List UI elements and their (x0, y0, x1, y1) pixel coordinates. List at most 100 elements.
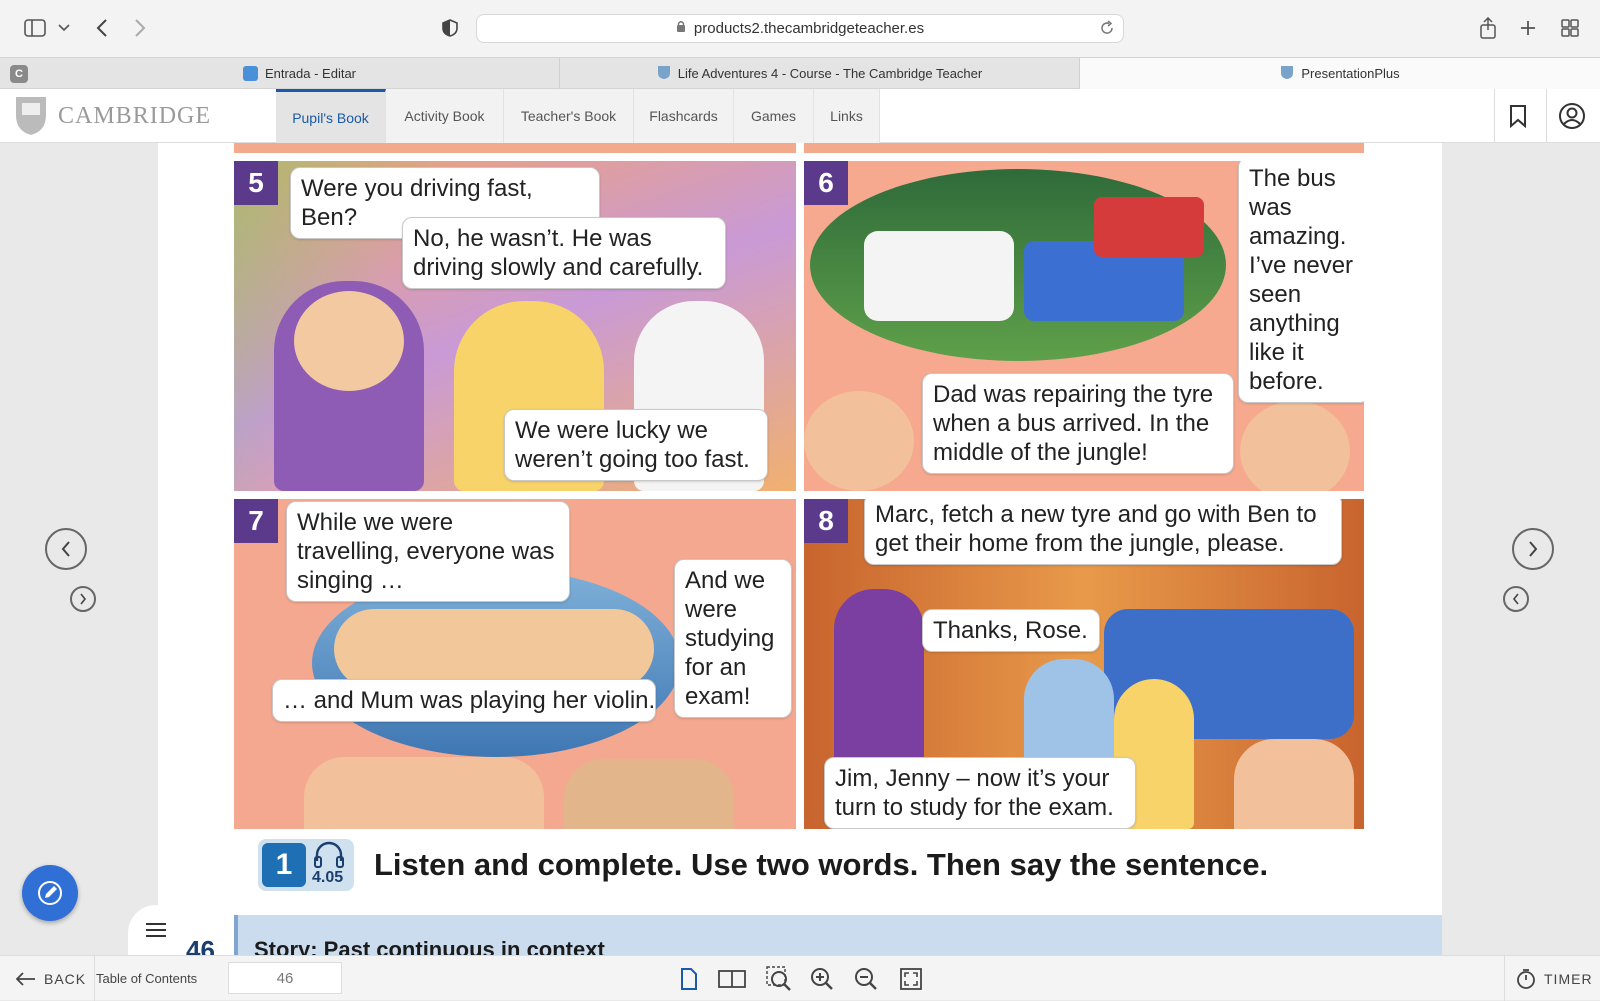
children-characters (304, 757, 544, 829)
stopwatch-icon (1517, 968, 1535, 989)
divider (1546, 89, 1547, 143)
tab-overview-icon[interactable] (1558, 14, 1582, 42)
nav-teachers-book[interactable]: Teacher's Book (504, 89, 634, 143)
comic-panel-5: 5 Were you driving fast, Ben? No, he was… (234, 161, 796, 491)
panel-number: 6 (804, 161, 848, 205)
nav-games[interactable]: Games (734, 89, 814, 143)
nav-flashcards[interactable]: Flashcards (634, 89, 734, 143)
bookmark-icon[interactable] (1508, 104, 1528, 133)
shield-icon[interactable] (438, 14, 462, 42)
timer-button[interactable]: TIMER (1516, 956, 1593, 1001)
cambridge-crest-icon (1280, 65, 1294, 83)
sidebar-icon[interactable] (20, 14, 50, 42)
url-text: products2.thecambridgeteacher.es (693, 20, 925, 37)
comic-panel-6: 6 The bus was amazing. I’ve never seen a… (804, 161, 1364, 491)
arrow-left-icon (16, 971, 35, 986)
chevron-right-icon (1529, 541, 1538, 557)
back-button[interactable]: BACK (16, 956, 86, 1001)
user-account-icon[interactable] (1558, 102, 1586, 135)
double-page-view-icon[interactable] (718, 956, 746, 1001)
speech-bubble: Dad was repairing the tyre when a bus ar… (922, 373, 1234, 474)
speech-bubble: Jim, Jenny – now it’s your turn to study… (824, 757, 1136, 829)
family-singing (334, 609, 654, 689)
back-arrow-icon[interactable] (90, 14, 114, 42)
bottom-toolbar: BACK Table of Contents 46 TIMER (0, 955, 1600, 1001)
children-characters (564, 759, 734, 829)
exercise-number: 1 (262, 843, 306, 887)
footer-divider (234, 915, 238, 955)
cambridge-logo[interactable]: CAMBRIDGE (14, 95, 211, 137)
zoom-out-icon[interactable] (854, 956, 878, 1001)
page-number: 46 (186, 935, 215, 955)
reload-icon[interactable] (1099, 20, 1115, 40)
zoom-in-icon[interactable] (810, 956, 834, 1001)
nav-label: Teacher's Book (520, 108, 617, 124)
annotate-button[interactable] (22, 865, 78, 921)
zoom-area-icon[interactable] (766, 956, 792, 1001)
tab-presentationplus[interactable]: PresentationPlus (1080, 58, 1600, 89)
tab-entrada[interactable]: Entrada - Editar (40, 58, 560, 89)
cambridge-crest-icon (657, 65, 671, 83)
speech-bubble: We were lucky we weren’t going too fast. (504, 409, 768, 481)
divider (1494, 89, 1495, 143)
speech-bubble: The bus was amazing. I’ve never seen any… (1238, 161, 1364, 403)
back-label: BACK (44, 970, 87, 987)
exercise-badge: 1 4.05 (258, 839, 354, 891)
nav-label: Flashcards (649, 108, 718, 124)
nav-label: Games (750, 108, 797, 124)
chevron-down-icon[interactable] (54, 14, 74, 42)
cambridge-crest-icon (16, 97, 46, 135)
nav-links[interactable]: Links (814, 89, 880, 143)
menu-icon[interactable] (128, 905, 184, 955)
audio-track[interactable]: 4.05 (312, 869, 343, 887)
blogger-icon (242, 66, 258, 81)
nav-label: Activity Book (404, 108, 485, 124)
single-page-view-icon[interactable] (680, 956, 698, 1001)
chevron-left-icon (1512, 593, 1519, 605)
url-bar[interactable]: products2.thecambridgeteacher.es (476, 14, 1124, 43)
book-page: 5 Were you driving fast, Ben? No, he was… (158, 143, 1442, 955)
next-spread-button[interactable] (1512, 528, 1554, 570)
speech-bubble: And we were studying for an exam! (674, 559, 792, 718)
timer-label: TIMER (1544, 970, 1593, 987)
comic-panel-7: 7 While we were travelling, everyone was… (234, 499, 796, 829)
speech-bubble: While we were travelling, everyone was s… (286, 501, 570, 602)
nav-activity-book[interactable]: Activity Book (386, 89, 504, 143)
tab-group-icon[interactable]: C (10, 65, 28, 83)
speech-bubble: Thanks, Rose. (922, 609, 1100, 652)
comic-panel-8: 8 Marc, fetch a new tyre and go with Ben… (804, 499, 1364, 829)
tab-life-adventures[interactable]: Life Adventures 4 - Course - The Cambrid… (560, 58, 1080, 89)
speech-bubble: … and Mum was playing her violin. (272, 679, 656, 722)
browser-toolbar: products2.thecambridgeteacher.es (0, 0, 1600, 57)
previous-panel-edge (234, 143, 796, 153)
divider (1504, 956, 1505, 1001)
previous-page-button[interactable] (1503, 586, 1529, 612)
section-title: Story: Past continuous in context (254, 937, 605, 955)
next-page-button[interactable] (70, 586, 96, 612)
nav-label: Links (830, 108, 863, 124)
previous-spread-button[interactable] (45, 528, 87, 570)
exercise-instruction: Listen and complete. Use two words. Then… (374, 847, 1269, 882)
previous-panel-edge (804, 143, 1364, 153)
camper-van (864, 231, 1014, 321)
pencil-icon (38, 881, 62, 905)
new-tab-icon[interactable] (1516, 14, 1540, 42)
table-of-contents-button[interactable]: Table of Contents (96, 956, 197, 1001)
page-footer-strip: 46 Story: Past continuous in context (158, 915, 1442, 955)
tab-label: PresentationPlus (1301, 66, 1400, 81)
share-icon[interactable] (1476, 14, 1500, 42)
book-viewer: 5 Were you driving fast, Ben? No, he was… (0, 143, 1600, 955)
lock-icon (676, 20, 686, 37)
character-boy (804, 391, 914, 491)
app-navigation: CAMBRIDGE Pupil's Book Activity Book Tea… (0, 89, 1600, 143)
chevron-left-icon (61, 541, 70, 557)
logo-text: CAMBRIDGE (58, 102, 212, 129)
fit-to-screen-icon[interactable] (900, 956, 922, 1001)
nav-pupils-book[interactable]: Pupil's Book (276, 89, 386, 143)
page-number-input[interactable]: 46 (228, 962, 342, 994)
panel-number: 8 (804, 499, 848, 543)
children-characters (1234, 739, 1354, 829)
nav-label: Pupil's Book (292, 109, 369, 126)
divider (94, 956, 95, 1001)
forward-arrow-icon[interactable] (128, 14, 152, 42)
